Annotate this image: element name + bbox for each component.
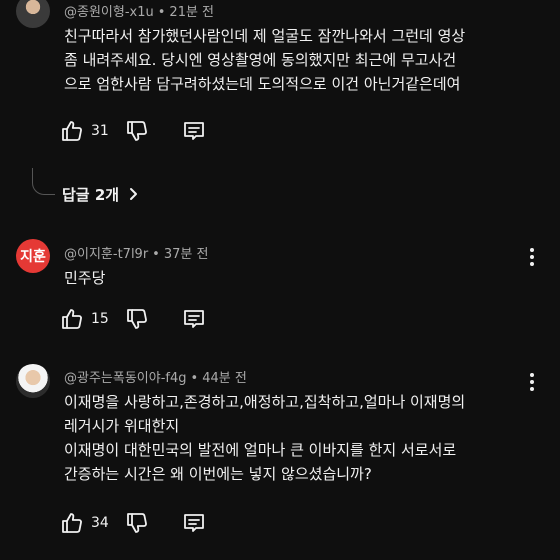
more-options-button[interactable] — [524, 245, 540, 269]
comment-line: 민주당 — [64, 269, 106, 287]
comment-line: 좀 내려주세요. 당시엔 영상촬영에 동의했지만 최근에 무고사건 — [64, 51, 457, 69]
comment-actions: 31 — [60, 118, 206, 144]
comment-line: 레거시가 위대한지 — [64, 417, 180, 435]
view-replies-button[interactable]: 답글 2개 — [62, 182, 140, 206]
reply-icon — [184, 514, 204, 532]
comment-line: 간증하는 시간은 왜 이번에는 넣지 않으셨습니까? — [64, 465, 372, 483]
thumbs-down-icon — [127, 513, 147, 533]
reply-button[interactable] — [182, 511, 206, 535]
comment-author[interactable]: @종원이형-x1u — [64, 5, 154, 20]
reply-icon — [184, 122, 204, 140]
avatar[interactable]: 지훈 — [16, 239, 50, 273]
comment-line: 으로 엄한사람 담구려하셨는데 도의적으로 이건 아닌거같은데여 — [64, 75, 461, 93]
meta-separator: • — [157, 5, 166, 20]
comment-time[interactable]: 37분 전 — [164, 247, 209, 262]
like-button[interactable] — [60, 511, 84, 535]
avatar[interactable] — [16, 0, 50, 28]
dislike-button[interactable] — [125, 119, 149, 143]
reply-icon — [184, 310, 204, 328]
comment-actions: 34 — [60, 510, 206, 536]
more-vertical-icon-dot — [530, 380, 534, 384]
more-vertical-icon — [530, 248, 534, 252]
comment-time[interactable]: 44분 전 — [202, 371, 247, 386]
comment-text: 친구따라서 참가했던사람인데 제 얼굴도 잠깐나와서 그런데 영상 좀 내려주세… — [64, 24, 465, 96]
thumbs-down-icon — [127, 121, 147, 141]
more-options-button[interactable] — [524, 370, 540, 394]
avatar[interactable] — [16, 364, 50, 398]
thread-connector — [32, 168, 55, 195]
comment-meta: @종원이형-x1u • 21분 전 — [64, 1, 214, 20]
like-button[interactable] — [60, 307, 84, 331]
like-count: 15 — [91, 311, 109, 327]
comment-author[interactable]: @이지훈-t7l9r — [64, 247, 148, 262]
more-vertical-icon-dot — [530, 387, 534, 391]
more-vertical-icon-dot — [530, 262, 534, 266]
comment-text: 이재명을 사랑하고,존경하고,애정하고,집착하고,얼마나 이재명의 레거시가 위… — [64, 390, 465, 486]
meta-separator: • — [190, 371, 199, 386]
reply-button[interactable] — [182, 307, 206, 331]
thumbs-down-icon — [127, 309, 147, 329]
thumbs-up-icon — [62, 121, 82, 141]
replies-label: 답글 2개 — [62, 185, 120, 204]
thumbs-up-icon — [62, 513, 82, 533]
more-vertical-icon-dot — [530, 255, 534, 259]
comment-line: 이재명이 대한민국의 발전에 얼마나 큰 이바지를 한지 서로서로 — [64, 441, 457, 459]
comment-text: 민주당 — [64, 266, 105, 290]
dislike-button[interactable] — [125, 511, 149, 535]
more-vertical-icon — [530, 373, 534, 377]
comment-meta: @광주는폭동이야-f4g • 44분 전 — [64, 367, 247, 386]
comment-time[interactable]: 21분 전 — [169, 5, 214, 20]
thumbs-up-icon — [62, 309, 82, 329]
meta-separator: • — [152, 247, 160, 262]
chevron-right-icon — [130, 188, 138, 200]
like-count: 31 — [91, 123, 109, 139]
reply-button[interactable] — [182, 119, 206, 143]
dislike-button[interactable] — [125, 307, 149, 331]
comment-actions: 15 — [60, 306, 206, 332]
like-count: 34 — [91, 515, 109, 531]
comment-author[interactable]: @광주는폭동이야-f4g — [64, 371, 187, 386]
comment-line: 이재명을 사랑하고,존경하고,애정하고,집착하고,얼마나 이재명의 — [64, 393, 466, 411]
comment-meta: @이지훈-t7l9r • 37분 전 — [64, 243, 208, 262]
like-button[interactable] — [60, 119, 84, 143]
comment-line: 친구따라서 참가했던사람인데 제 얼굴도 잠깐나와서 그런데 영상 — [64, 27, 466, 45]
